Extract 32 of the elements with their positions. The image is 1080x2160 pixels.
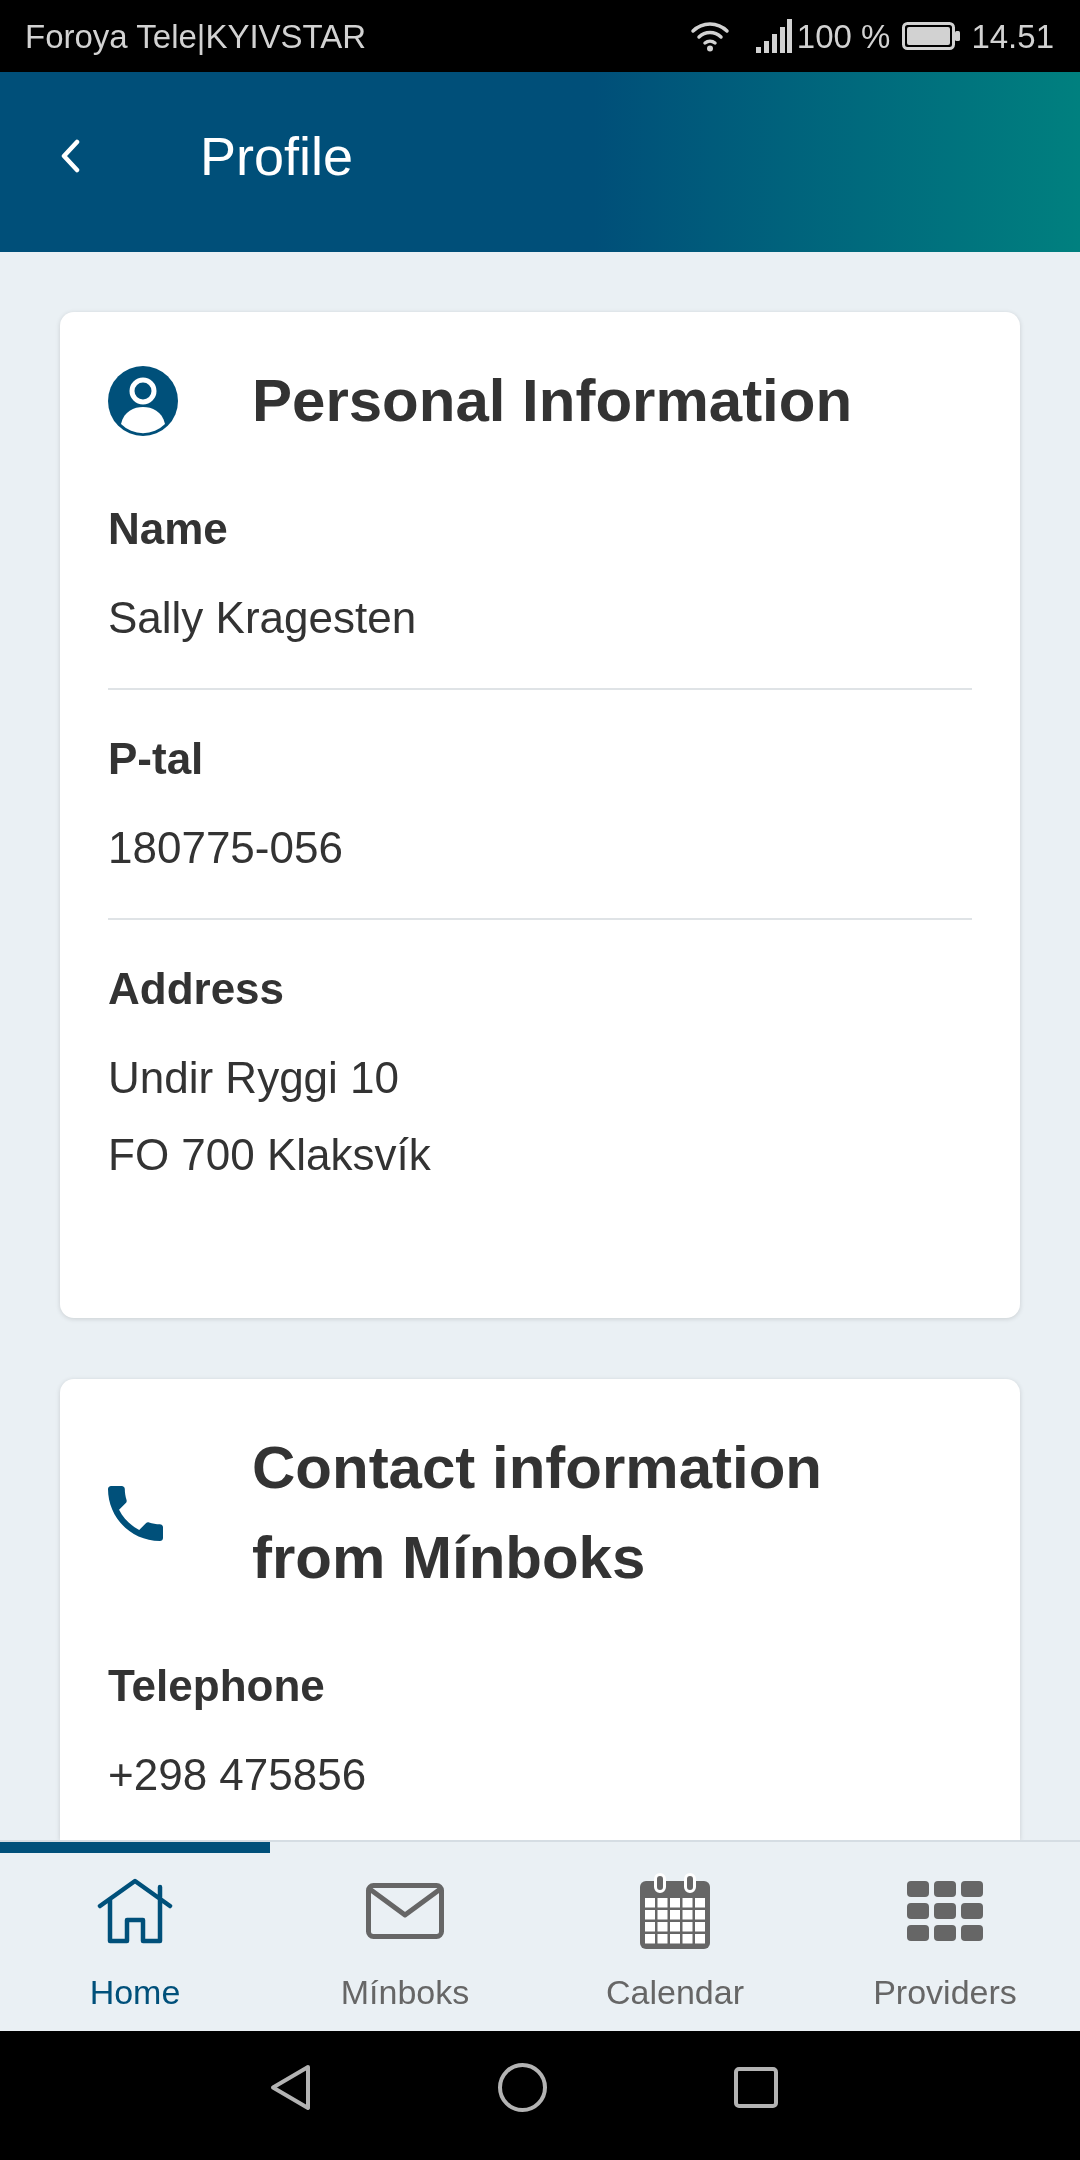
nav-tab[interactable]: Home: [89, 1873, 181, 2012]
field-label: Address: [108, 963, 286, 1015]
nav-tab[interactable]: Mínboks: [340, 1873, 470, 2012]
card-title: Contact information from Mínboks: [252, 1433, 823, 1593]
circle-icon[interactable]: [498, 2063, 547, 2112]
nav-tab[interactable]: Calendar: [606, 1873, 744, 2012]
calendar-icon: [640, 1873, 710, 1949]
back-icon[interactable]: [59, 139, 81, 173]
field-label: Telephone: [108, 1660, 326, 1712]
battery-icon: [902, 22, 961, 50]
back-icon[interactable]: [270, 2064, 311, 2111]
carrier-name: Foroya Tele|KYIVSTAR: [25, 19, 367, 53]
envelope-icon: [366, 1883, 444, 1939]
signal-icon: [755, 19, 792, 53]
battery-percentage: 100 %: [796, 19, 891, 53]
home-icon: [97, 1878, 173, 1944]
clock-time: 14.51: [971, 19, 1054, 53]
card-title: Personal Information: [252, 366, 853, 436]
square-icon[interactable]: [734, 2067, 778, 2108]
wifi-icon: [689, 20, 730, 52]
field-label: Name: [108, 503, 229, 555]
grid-icon: [907, 1881, 983, 1941]
field-label: P-tal: [108, 733, 205, 785]
field-value: Undir Ryggi 10: [108, 1052, 400, 1104]
page-title: Profile: [200, 129, 354, 183]
field-value: FO 700 Klaksvík: [108, 1129, 431, 1181]
field-value: +298 475856: [108, 1749, 367, 1801]
field-value: 180775-056: [108, 822, 343, 874]
phone-icon: [108, 1485, 163, 1541]
nav-tab[interactable]: Providers: [873, 1873, 1017, 2012]
field-value: Sally Kragesten: [108, 592, 417, 644]
user-icon: [108, 366, 178, 436]
